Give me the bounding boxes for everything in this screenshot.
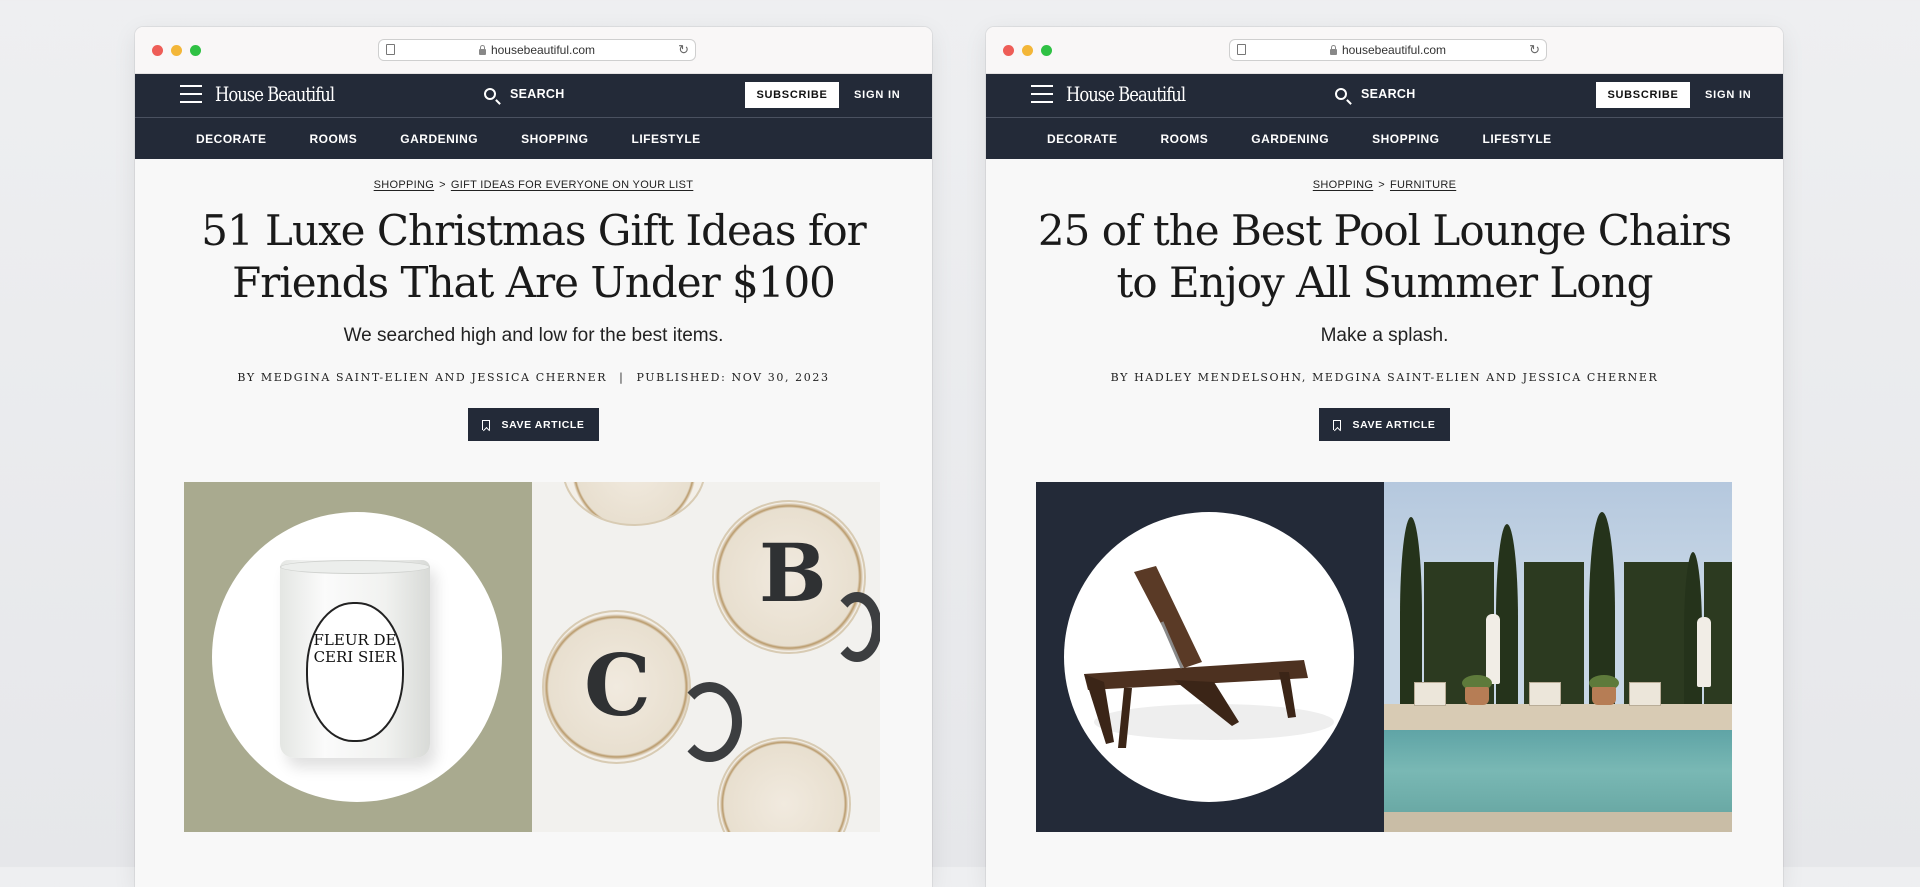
mug-c-image: C: [542, 610, 691, 764]
mug-top-image: [717, 737, 851, 832]
bookmark-icon: [1333, 419, 1342, 430]
save-article-label: SAVE ARTICLE: [1352, 418, 1436, 431]
save-article-button[interactable]: SAVE ARTICLE: [1319, 408, 1450, 441]
article-dek: We searched high and low for the best it…: [343, 325, 724, 346]
article-title-line-1: 25 of the Best Pool Lounge Chairs: [1037, 206, 1732, 255]
reload-icon[interactable]: ↻: [1529, 43, 1540, 57]
search-label: SEARCH: [1361, 87, 1416, 101]
nav-item-gardening[interactable]: GARDENING: [400, 132, 478, 146]
maximize-window-button[interactable]: [1041, 45, 1052, 56]
article-header: SHOPPING > FURNITURE 25 of the Best Pool L…: [986, 179, 1783, 441]
browser-titlebar: housebeautiful.com ↻: [135, 27, 932, 74]
candle-image: FLEUR DE CERI SIER: [280, 560, 430, 758]
hero-image: FLEUR DE CERI SIER B C: [184, 482, 880, 832]
nav-item-lifestyle[interactable]: LIFESTYLE: [632, 132, 701, 146]
search-button[interactable]: SEARCH: [484, 87, 565, 101]
lounge-chair-image: [1084, 566, 1334, 748]
address-bar[interactable]: housebeautiful.com ↻: [378, 39, 696, 61]
bookmark-icon: [482, 419, 491, 430]
lock-icon: [1329, 44, 1337, 55]
nav-item-rooms[interactable]: ROOMS: [309, 132, 357, 146]
nav-item-decorate[interactable]: DECORATE: [196, 132, 266, 146]
breadcrumb-shopping[interactable]: SHOPPING: [1313, 179, 1373, 191]
chair-circle: [1064, 512, 1354, 802]
breadcrumb-furniture[interactable]: FURNITURE: [1390, 179, 1456, 191]
publish-date: PUBLISHED: NOV 30, 2023: [636, 371, 830, 384]
mug-letter-b: B: [759, 526, 827, 620]
search-button[interactable]: SEARCH: [1335, 87, 1416, 101]
search-label: SEARCH: [510, 87, 565, 101]
breadcrumb-separator: >: [1378, 179, 1385, 191]
browser-window-pool-chairs: housebeautiful.com ↻ House Beautiful SEA…: [986, 27, 1783, 887]
search-icon: [1335, 88, 1347, 100]
url-text: housebeautiful.com: [1341, 43, 1447, 57]
hero-chair-panel: [1036, 482, 1384, 832]
maximize-window-button[interactable]: [190, 45, 201, 56]
candle-circle: FLEUR DE CERI SIER: [212, 512, 502, 802]
browser-window-gift-ideas: housebeautiful.com ↻ House Beautiful SEA…: [135, 27, 932, 887]
breadcrumb-separator: >: [439, 179, 446, 191]
mug-partial-image: [562, 482, 706, 526]
address-bar[interactable]: housebeautiful.com ↻: [1229, 39, 1547, 61]
minimize-window-button[interactable]: [1022, 45, 1033, 56]
hero-pool-panel: [1384, 482, 1732, 832]
byline-authors: BY MEDGINA SAINT-ELIEN AND JESSICA CHERN…: [237, 371, 608, 384]
article-header: SHOPPING > GIFT IDEAS FOR EVERYONE ON YOUR…: [135, 179, 932, 441]
close-window-button[interactable]: [152, 45, 163, 56]
nav-item-shopping[interactable]: SHOPPING: [1372, 132, 1439, 146]
section-nav: DECORATE ROOMS GARDENING SHOPPING LIFEST…: [986, 117, 1783, 159]
article-title: 25 of the Best Pool Lounge Chairs to Enj…: [1005, 205, 1765, 309]
reload-icon[interactable]: ↻: [678, 43, 689, 57]
pool-water: [1384, 730, 1732, 812]
sign-in-link[interactable]: SIGN IN: [854, 89, 901, 101]
breadcrumb: SHOPPING > FURNITURE: [986, 179, 1783, 193]
window-controls: [1003, 45, 1052, 56]
byline-divider: |: [619, 371, 625, 384]
breadcrumb-shopping[interactable]: SHOPPING: [374, 179, 434, 191]
sign-in-link[interactable]: SIGN IN: [1705, 89, 1752, 101]
subscribe-button[interactable]: SUBSCRIBE: [1596, 82, 1690, 108]
page-icon: [386, 44, 395, 55]
article-title-line-2: to Enjoy All Summer Long: [1116, 258, 1653, 307]
byline: BY MEDGINA SAINT-ELIEN AND JESSICA CHERN…: [135, 371, 932, 384]
nav-item-decorate[interactable]: DECORATE: [1047, 132, 1117, 146]
page-icon: [1237, 44, 1246, 55]
menu-icon[interactable]: [180, 85, 202, 103]
nav-item-rooms[interactable]: ROOMS: [1160, 132, 1208, 146]
lock-icon: [478, 44, 486, 55]
site-header: House Beautiful SEARCH SUBSCRIBE SIGN IN: [986, 74, 1783, 117]
window-controls: [152, 45, 201, 56]
site-logo[interactable]: House Beautiful: [1066, 82, 1186, 106]
article-title-line-1: 51 Luxe Christmas Gift Ideas for: [201, 206, 866, 255]
breadcrumb: SHOPPING > GIFT IDEAS FOR EVERYONE ON YOUR…: [135, 179, 932, 193]
hero-image: [1036, 482, 1732, 832]
nav-item-shopping[interactable]: SHOPPING: [521, 132, 588, 146]
nav-item-gardening[interactable]: GARDENING: [1251, 132, 1329, 146]
byline: BY HADLEY MENDELSOHN, MEDGINA SAINT-ELIE…: [986, 371, 1783, 384]
breadcrumb-gift-ideas[interactable]: GIFT IDEAS FOR EVERYONE ON YOUR LIST: [451, 179, 693, 191]
subscribe-button[interactable]: SUBSCRIBE: [745, 82, 839, 108]
hero-candle-panel: FLEUR DE CERI SIER: [184, 482, 532, 832]
close-window-button[interactable]: [1003, 45, 1014, 56]
menu-icon[interactable]: [1031, 85, 1053, 103]
browser-titlebar: housebeautiful.com ↻: [986, 27, 1783, 74]
candle-label: FLEUR DE CERI SIER: [306, 602, 404, 742]
save-article-button[interactable]: SAVE ARTICLE: [468, 408, 599, 441]
article-title: 51 Luxe Christmas Gift Ideas for Friends…: [154, 205, 914, 309]
section-nav: DECORATE ROOMS GARDENING SHOPPING LIFEST…: [135, 117, 932, 159]
hero-mugs-panel: B C: [532, 482, 880, 832]
nav-item-lifestyle[interactable]: LIFESTYLE: [1483, 132, 1552, 146]
save-article-label: SAVE ARTICLE: [501, 418, 585, 431]
url-text: housebeautiful.com: [490, 43, 596, 57]
article-dek: Make a splash.: [1320, 325, 1449, 346]
article-title-line-2: Friends That Are Under $100: [232, 258, 836, 307]
site-header: House Beautiful SEARCH SUBSCRIBE SIGN IN: [135, 74, 932, 117]
minimize-window-button[interactable]: [171, 45, 182, 56]
byline-authors: BY HADLEY MENDELSOHN, MEDGINA SAINT-ELIE…: [1110, 371, 1659, 384]
search-icon: [484, 88, 496, 100]
site-logo[interactable]: House Beautiful: [215, 82, 335, 106]
mug-letter-c: C: [584, 636, 651, 735]
